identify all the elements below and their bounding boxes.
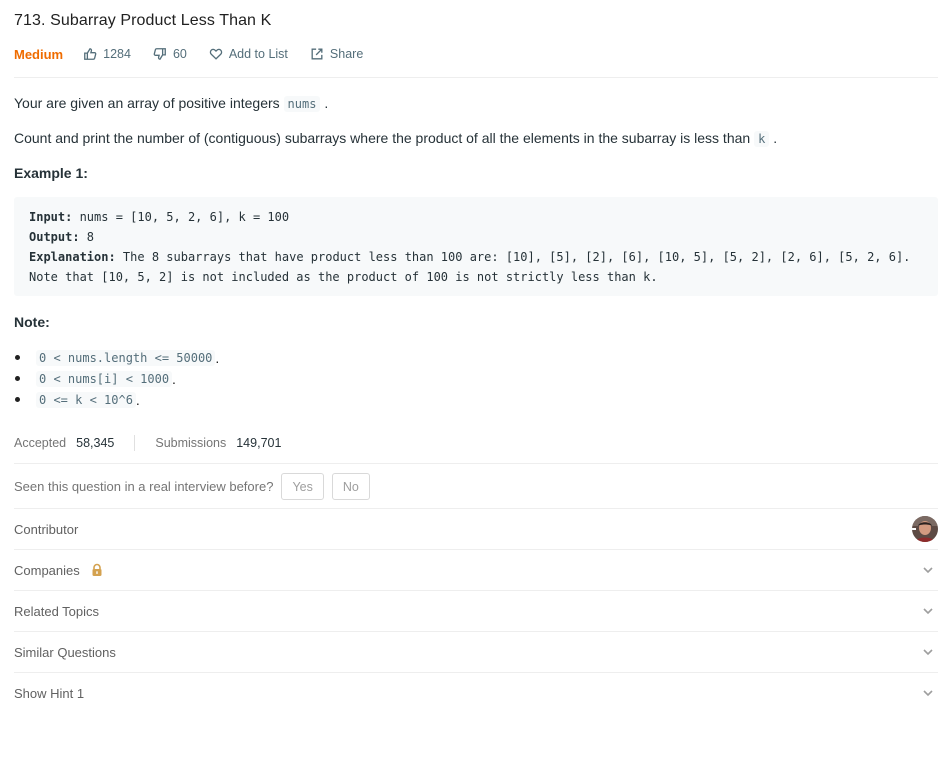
accepted-label: Accepted	[14, 436, 67, 450]
output-label: Output:	[29, 230, 80, 244]
note-code: 0 < nums[i] < 1000	[36, 370, 173, 387]
yes-button[interactable]: Yes	[281, 473, 324, 500]
share-icon	[311, 48, 323, 60]
contributor-row[interactable]: Contributor	[14, 509, 938, 549]
interview-question: Seen this question in a real interview b…	[14, 479, 274, 494]
explanation-label: Explanation:	[29, 250, 116, 264]
bullet-icon	[15, 355, 20, 360]
share-button[interactable]: Share	[310, 47, 363, 61]
divider	[14, 463, 938, 464]
avatar[interactable]	[912, 516, 938, 542]
submissions-label: Submissions	[155, 436, 227, 450]
list-item: 0 < nums.length <= 50000.	[14, 347, 219, 368]
companies-row[interactable]: Companies	[14, 550, 938, 590]
explanation-value: The 8 subarrays that have product less t…	[115, 250, 911, 264]
note-code: 0 <= k < 10^6	[36, 391, 136, 408]
chevron-down-icon[interactable]	[922, 605, 934, 617]
note-end: .	[135, 391, 140, 408]
similar-questions-row[interactable]: Similar Questions	[14, 632, 938, 672]
list-item: 0 <= k < 10^6.	[14, 389, 219, 410]
chevron-down-icon[interactable]	[922, 687, 934, 699]
dislike-count: 60	[172, 47, 187, 61]
description-paragraph-2: Count and print the number of (contiguou…	[14, 128, 777, 149]
description-text: Your are given an array of positive inte…	[14, 95, 284, 111]
description-text: .	[773, 130, 778, 146]
chevron-down-icon[interactable]	[922, 646, 934, 658]
related-topics-label: Related Topics	[14, 603, 100, 619]
inline-code: k	[754, 131, 770, 147]
description-text: Count and print the number of (contiguou…	[14, 130, 755, 146]
stats-bar: Accepted 58,345 Submissions 149,701	[14, 434, 281, 452]
accepted-value: 58,345	[76, 436, 115, 450]
note-heading: Note:	[14, 314, 50, 330]
input-label: Input:	[29, 210, 73, 224]
like-button[interactable]: 1284	[83, 47, 131, 61]
lock-icon	[92, 563, 102, 576]
show-hint-label: Show Hint 1	[14, 685, 85, 701]
inline-code: nums	[283, 96, 321, 112]
explanation-line-2: Note that [10, 5, 2] is not included as …	[29, 270, 658, 284]
related-topics-row[interactable]: Related Topics	[14, 591, 938, 631]
example-heading: Example 1:	[14, 165, 88, 181]
add-to-list-label: Add to List	[228, 47, 288, 61]
companies-label: Companies	[14, 562, 80, 578]
input-value: nums = [10, 5, 2, 6], k = 100	[72, 210, 290, 224]
problem-meta-bar: Medium 1284 60 Add to List Share	[14, 45, 385, 63]
output-value: 8	[79, 230, 95, 244]
thumbs-down-icon	[153, 48, 166, 60]
bullet-icon	[15, 397, 20, 402]
share-label: Share	[329, 47, 364, 61]
difficulty-label: Medium	[14, 46, 64, 62]
divider	[134, 435, 136, 451]
heart-icon	[209, 48, 223, 60]
contributor-label: Contributor	[14, 521, 79, 537]
description-paragraph-1: Your are given an array of positive inte…	[14, 93, 328, 114]
divider	[14, 77, 938, 78]
dislike-button[interactable]: 60	[153, 47, 187, 61]
like-count: 1284	[103, 47, 131, 61]
add-to-list-button[interactable]: Add to List	[209, 47, 288, 61]
no-button[interactable]: No	[331, 473, 370, 500]
note-code: 0 < nums.length <= 50000	[36, 349, 216, 366]
description-text: .	[324, 95, 329, 111]
submissions-value: 149,701	[236, 436, 282, 450]
note-end: .	[215, 349, 220, 366]
show-hint-row[interactable]: Show Hint 1	[14, 673, 938, 713]
note-end: .	[172, 370, 176, 387]
problem-title: 713. Subarray Product Less Than K	[14, 12, 272, 29]
example-code-block: Input: nums = [10, 5, 2, 6], k = 100 Out…	[14, 197, 938, 296]
bullet-icon	[15, 376, 20, 381]
problem-page: 713. Subarray Product Less Than K Medium…	[0, 0, 945, 758]
thumbs-up-icon	[84, 48, 97, 60]
chevron-down-icon[interactable]	[922, 564, 934, 576]
similar-questions-label: Similar Questions	[14, 644, 116, 660]
note-list: 0 < nums.length <= 50000. 0 < nums[i] < …	[14, 347, 219, 410]
list-item: 0 < nums[i] < 1000.	[14, 368, 219, 389]
interview-prompt: Seen this question in a real interview b…	[14, 473, 370, 500]
